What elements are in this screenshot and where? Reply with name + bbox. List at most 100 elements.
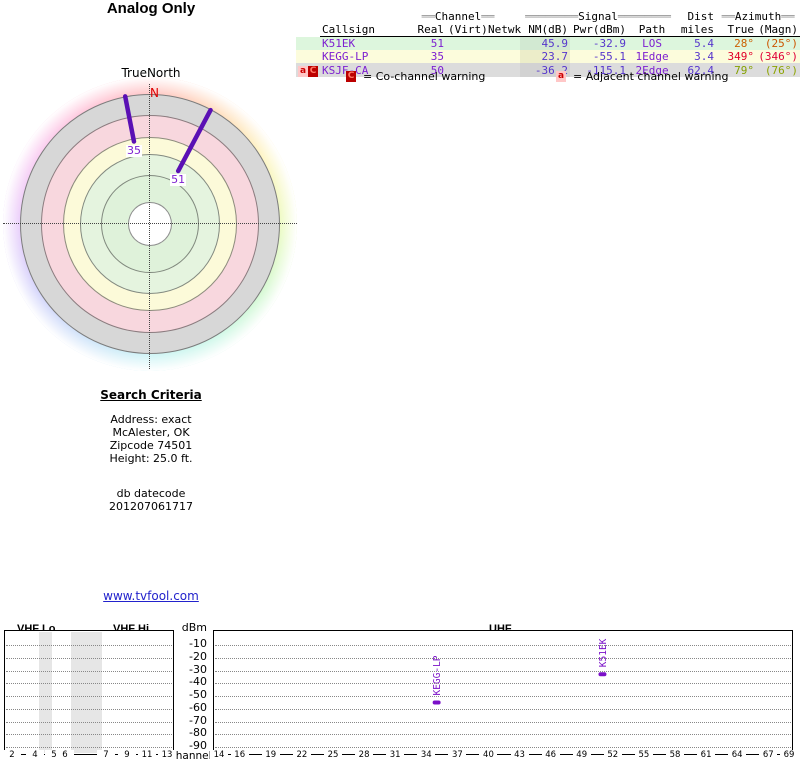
dbm-gridline [6, 645, 172, 646]
dbm-tick-label: -30 [189, 662, 207, 676]
crosshair-vertical [149, 84, 150, 369]
uhf-station-markers: KEGG-LP K51EK [432, 638, 609, 705]
adjacent-channel-legend: a = Adjacent channel warning [556, 70, 729, 83]
station-marker [432, 700, 441, 705]
uhf-channel-tick: 31 [386, 750, 405, 761]
uhf-channel-tick: 22 [292, 750, 311, 761]
dbm-tick-label: -60 [189, 700, 207, 714]
dbm-tick-label: -10 [189, 637, 207, 650]
radar-channel-label: 35 [125, 143, 142, 157]
dbm-gridline [215, 657, 791, 659]
dbm-gridline [215, 721, 791, 723]
path-cell: LOS [642, 37, 662, 50]
station-row: K51EK 51 45.9 -32.9 LOS 5.4 28° (25°) [296, 36, 800, 50]
search-criteria-block: Search Criteria Address: exact McAlester… [0, 388, 302, 514]
adjacent-channel-warning-badge: a [298, 66, 308, 77]
station-callsign-label: KEGG-LP [432, 655, 443, 695]
azimuth-group-header: ══Azimuth══ [721, 10, 795, 23]
uhf-channel-tick: 55 [634, 750, 653, 761]
pwr-cell: -55.1 [592, 50, 627, 63]
north-marker: N [150, 86, 159, 100]
dbm-gridline [6, 670, 172, 672]
real-channel-cell: 51 [430, 37, 444, 50]
col-virt: (Virt) [446, 23, 488, 37]
azimuth-true-cell: 349° [727, 50, 755, 63]
vhf-channel-tick: 6 [56, 750, 74, 761]
uhf-channel-tick: 61 [697, 750, 716, 761]
adjacent-channel-legend-text: = Adjacent channel warning [573, 70, 729, 83]
tvfool-link[interactable]: www.tvfool.com [103, 589, 199, 603]
search-height-line: Height: 25.0 ft. [109, 452, 193, 465]
co-channel-legend: C = Co-channel warning [346, 70, 485, 83]
co-channel-legend-text: = Co-channel warning [363, 70, 486, 83]
db-datecode-value: 201207061717 [109, 500, 193, 513]
dbm-tick-label: -40 [189, 675, 207, 689]
vhf-channel-tick: 4 [26, 750, 44, 761]
site-link-container: www.tvfool.com [0, 589, 302, 603]
table-column-header-row: Callsign Real (Virt) Netwk NM(dB) Pwr(dB… [296, 23, 800, 37]
dbm-tick-label: -90 [189, 739, 207, 752]
signal-group-header: ════════Signal════════ [525, 10, 671, 23]
col-pwr: Pwr(dBm) [570, 23, 629, 37]
uhf-channel-tick: 37 [448, 750, 467, 761]
tvfool-report-page: Analog Only TrueNorth N 35 51 ══Channel══… [0, 0, 800, 768]
uhf-spectrum-panel: KEGG-LP K51EK 14 16 19 22 25 28 31 34 37 40 43 46 49 5… [210, 630, 798, 761]
azimuth-magn-cell: (346°) [758, 50, 799, 63]
co-channel-warning-icon: C [346, 71, 356, 82]
uhf-channel-tick: 34 [417, 750, 436, 761]
dbm-tick-label: -50 [189, 688, 207, 701]
uhf-channel-tick: 19 [261, 750, 280, 761]
dbm-gridline [6, 696, 172, 697]
search-zipcode-line: Zipcode 74501 [109, 439, 193, 452]
nm-cell: 23.7 [520, 50, 571, 63]
dbm-gridline [6, 708, 172, 710]
search-criteria-title: Search Criteria [100, 388, 202, 402]
dbm-gridline [6, 657, 172, 659]
radar-plot: N 35 51 [3, 77, 297, 371]
col-magn: (Magn) [756, 23, 800, 37]
dbm-gridline [6, 747, 172, 748]
col-true: True [716, 23, 757, 37]
radar-title: Analog Only [106, 0, 196, 17]
col-miles: miles [676, 23, 717, 37]
uhf-channel-tick: 40 [479, 750, 498, 761]
station-marker [598, 672, 607, 677]
uhf-channel-tick: 14 [210, 750, 228, 761]
dbm-gridline [215, 683, 791, 685]
azimuth-magn-cell: (76°) [764, 63, 799, 77]
db-datecode-label: db datecode [116, 487, 186, 500]
col-callsign: Callsign [320, 23, 396, 37]
warning-badges-cell: aC [296, 63, 320, 77]
dbm-gridline [215, 747, 791, 748]
dbm-gridline [215, 708, 791, 710]
azimuth-true-cell: 28° [734, 37, 755, 50]
vhf-channel-tick: 2 [3, 750, 21, 761]
col-nm: NM(dB) [520, 23, 571, 37]
uhf-channel-tick: 64 [728, 750, 747, 761]
vhf-channel-tick: 9 [118, 750, 136, 761]
uhf-channel-tick: 49 [572, 750, 591, 761]
uhf-channel-tick: 43 [510, 750, 529, 761]
col-path: Path [628, 23, 677, 37]
real-channel-cell: 35 [430, 50, 444, 63]
dbm-tick-label: -70 [189, 713, 207, 727]
dbm-gridline [6, 734, 172, 736]
dbm-gridline [215, 645, 791, 646]
station-callsign-label: K51EK [598, 638, 609, 667]
vhf-spectrum-panel: 2 4 5 6 7 9 11 13 [3, 630, 176, 761]
dbm-tick-label: -80 [189, 726, 207, 740]
search-city-line: McAlester, OK [112, 426, 190, 439]
station-row: KEGG-LP 35 23.7 -55.1 1Edge 3.4 349° (34… [296, 50, 800, 63]
callsign-cell: K51EK [322, 37, 356, 50]
uhf-channel-tick: 25 [324, 750, 342, 761]
adjacent-channel-warning-icon: a [556, 71, 566, 82]
miles-cell: 5.4 [694, 37, 715, 50]
co-channel-warning-badge: C [308, 66, 318, 77]
callsign-cell: KEGG-LP [322, 50, 369, 63]
path-cell: 1Edge [635, 50, 669, 63]
miles-cell: 3.4 [694, 50, 715, 63]
dbm-gridline [215, 696, 791, 697]
uhf-channel-tick: 28 [355, 750, 374, 761]
dbm-gridline [6, 683, 172, 685]
uhf-channel-tick: 52 [603, 750, 622, 761]
